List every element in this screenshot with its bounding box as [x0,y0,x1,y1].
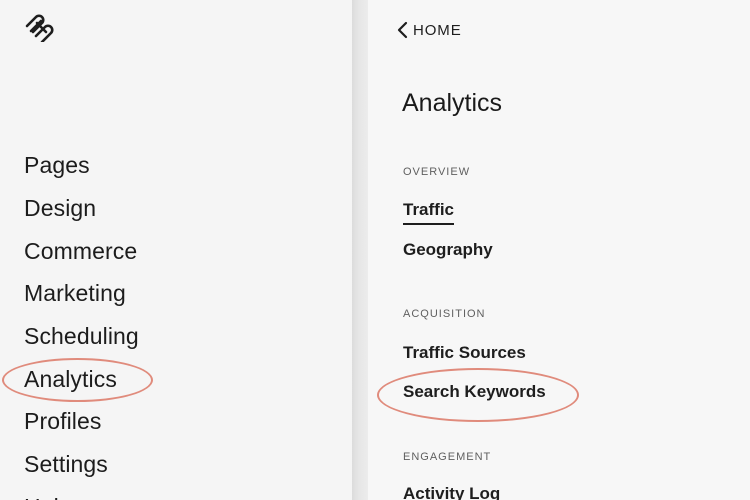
nav-item-scheduling[interactable]: Scheduling [24,321,139,351]
nav-item-analytics[interactable]: Analytics [24,364,117,394]
nav-item-pages[interactable]: Pages [24,150,90,180]
panel-divider [352,0,368,500]
nav-item-commerce[interactable]: Commerce [24,236,137,266]
chevron-left-icon [397,21,408,39]
analytics-subpanel: HOME Analytics OVERVIEW Traffic Geograph… [368,0,750,500]
nav-item-marketing[interactable]: Marketing [24,278,126,308]
page-title: Analytics [402,89,503,117]
nav-item-settings[interactable]: Settings [24,449,108,479]
nav-item-help[interactable]: Help [24,492,72,500]
main-nav: Pages Design Commerce Marketing Scheduli… [0,0,352,500]
nav-item-profiles[interactable]: Profiles [24,406,102,436]
section-header-acquisition: ACQUISITION [403,308,486,320]
menu-item-activity-log[interactable]: Activity Log [403,483,500,500]
section-header-engagement: ENGAGEMENT [403,451,492,463]
menu-item-traffic[interactable]: Traffic [403,199,455,225]
menu-item-geography[interactable]: Geography [403,239,493,261]
back-to-home-link[interactable]: HOME [396,18,462,42]
main-sidebar: Pages Design Commerce Marketing Scheduli… [0,0,352,500]
nav-item-design[interactable]: Design [24,193,96,223]
menu-item-search-keywords[interactable]: Search Keywords [403,381,546,403]
back-link-label: HOME [413,21,462,39]
section-header-overview: OVERVIEW [403,166,471,178]
menu-item-traffic-sources[interactable]: Traffic Sources [403,342,526,364]
